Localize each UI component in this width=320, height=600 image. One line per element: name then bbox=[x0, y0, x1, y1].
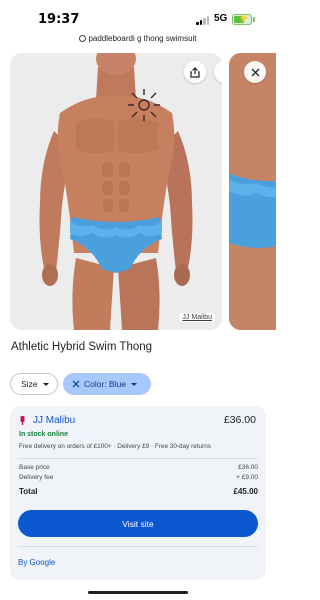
delivery-fee-value: + £9.00 bbox=[236, 474, 258, 481]
home-indicator[interactable] bbox=[88, 591, 188, 594]
network-type: 5G bbox=[214, 13, 228, 24]
search-query: paddleboardi g thong swimsuit bbox=[88, 34, 197, 43]
charging-bolt-icon: ⚡ bbox=[238, 13, 250, 23]
total-value: £45.00 bbox=[233, 487, 258, 496]
close-button[interactable] bbox=[244, 61, 266, 83]
clear-filter-icon[interactable] bbox=[72, 380, 80, 388]
base-price-label: Base price bbox=[19, 464, 50, 471]
merchant-logo-icon bbox=[20, 416, 25, 425]
visit-site-button[interactable]: Visit site bbox=[18, 510, 258, 537]
battery-icon: ⚡ bbox=[232, 13, 252, 25]
delivery-fee-label: Delivery fee bbox=[19, 474, 54, 481]
signal-strength-icon bbox=[196, 16, 210, 25]
offer-price: £36.00 bbox=[223, 414, 256, 426]
total-row: Total £45.00 bbox=[19, 487, 258, 496]
offer-card: JJ Malibu £36.00 In stock online Free de… bbox=[10, 406, 266, 580]
base-price-value: £36.00 bbox=[238, 464, 258, 471]
next-product-photo bbox=[229, 53, 276, 330]
color-chip-label: Color: Blue bbox=[84, 379, 127, 389]
product-photo bbox=[10, 53, 222, 330]
product-image[interactable]: JJ Malibu bbox=[10, 53, 222, 330]
by-google-link[interactable]: By Google bbox=[18, 558, 55, 567]
color-filter-chip[interactable]: Color: Blue bbox=[63, 373, 151, 395]
image-carousel[interactable]: JJ Malibu bbox=[0, 52, 276, 330]
base-price-row: Base price £36.00 bbox=[19, 464, 258, 471]
next-product-image[interactable] bbox=[229, 53, 276, 330]
close-icon bbox=[251, 68, 259, 76]
stock-status: In stock online bbox=[19, 431, 69, 438]
status-bar: 19:37 5G ⚡ bbox=[0, 0, 276, 34]
size-filter-chip[interactable]: Size bbox=[10, 373, 58, 395]
divider bbox=[18, 458, 258, 459]
search-bar[interactable]: paddleboardi g thong swimsuit bbox=[0, 34, 276, 48]
share-icon bbox=[190, 66, 200, 78]
product-title: Athletic Hybrid Swim Thong bbox=[11, 341, 153, 353]
dropdown-arrow-icon bbox=[131, 382, 138, 386]
delivery-note: Free delivery on orders of £100+ · Deliv… bbox=[19, 443, 211, 450]
status-time: 19:37 bbox=[38, 12, 80, 27]
divider bbox=[18, 546, 258, 547]
battery-tip bbox=[253, 17, 255, 22]
merchant-link[interactable]: JJ Malibu bbox=[33, 415, 75, 426]
dropdown-arrow-icon bbox=[42, 382, 49, 386]
share-button[interactable] bbox=[184, 61, 206, 83]
delivery-fee-row: Delivery fee + £9.00 bbox=[19, 474, 258, 481]
size-chip-label: Size bbox=[21, 379, 38, 389]
image-source-link[interactable]: JJ Malibu bbox=[179, 313, 215, 322]
total-label: Total bbox=[19, 487, 38, 496]
search-icon bbox=[79, 35, 87, 42]
